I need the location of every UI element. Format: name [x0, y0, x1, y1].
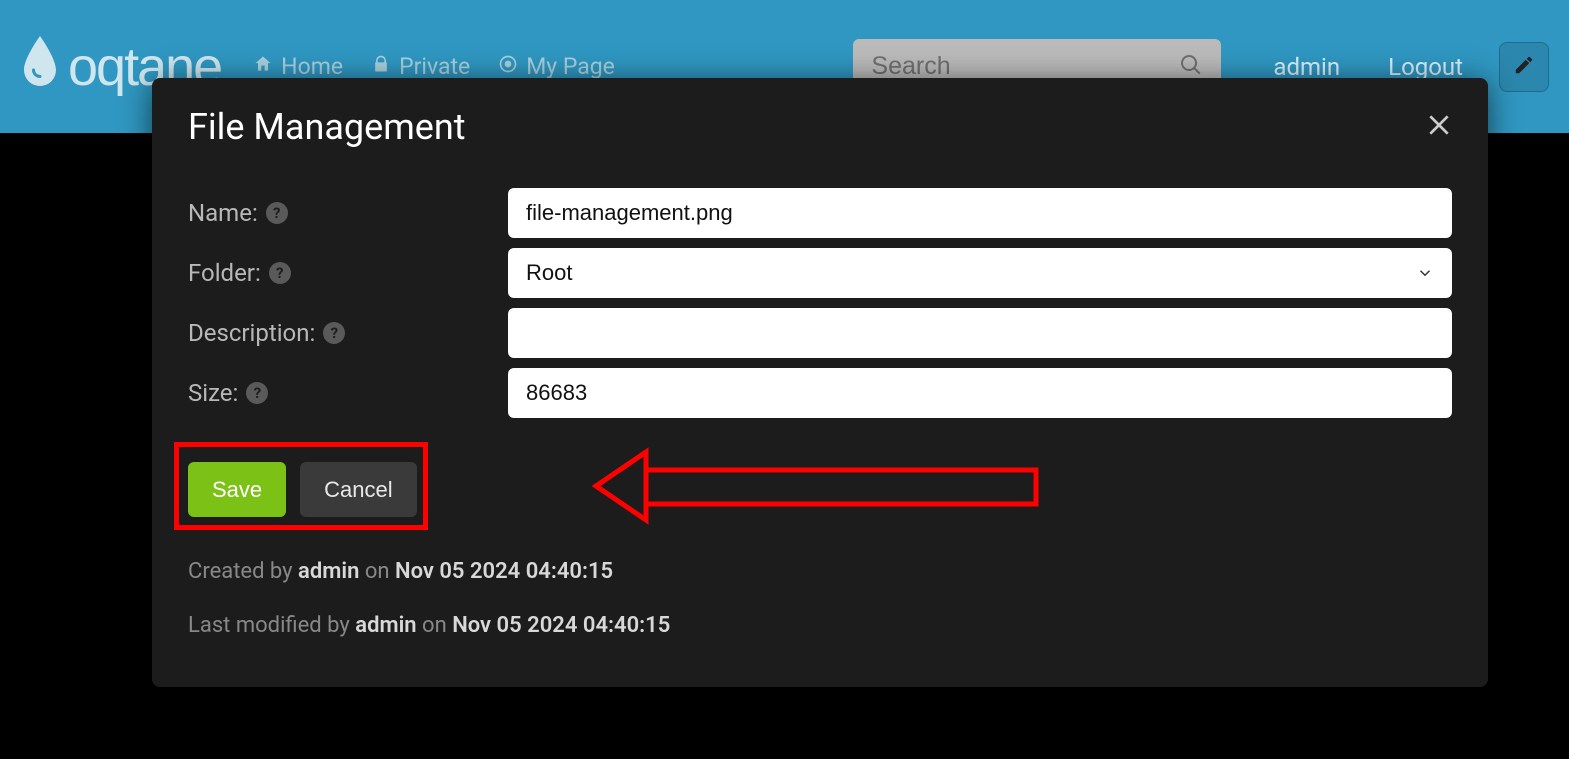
modified-prefix: Last modified by: [188, 613, 355, 638]
nav-private[interactable]: Private: [371, 53, 470, 80]
folder-select[interactable]: [508, 248, 1452, 298]
search-input[interactable]: [871, 52, 1171, 81]
annotation-arrow-icon: [428, 442, 1048, 530]
label-size-text: Size:: [188, 379, 238, 407]
label-name: Name: ?: [188, 199, 508, 227]
edit-button[interactable]: [1499, 42, 1549, 92]
help-icon[interactable]: ?: [246, 382, 268, 404]
created-by: admin: [298, 559, 359, 584]
created-meta: Created by admin on Nov 05 2024 04:40:15: [188, 551, 1452, 593]
created-prefix: Created by: [188, 559, 298, 584]
cancel-button[interactable]: Cancel: [300, 462, 416, 517]
logout-link[interactable]: Logout: [1388, 53, 1463, 81]
label-description: Description: ?: [188, 319, 508, 347]
help-icon[interactable]: ?: [323, 322, 345, 344]
help-icon[interactable]: ?: [269, 262, 291, 284]
modified-meta: Last modified by admin on Nov 05 2024 04…: [188, 605, 1452, 647]
label-folder-text: Folder:: [188, 259, 261, 287]
label-description-text: Description:: [188, 319, 315, 347]
modified-on: Nov 05 2024 04:40:15: [452, 613, 670, 638]
nav-right: admin Logout: [1273, 53, 1463, 81]
pencil-icon: [1513, 54, 1535, 80]
logo-drop-icon: [20, 34, 60, 100]
row-size: Size: ?: [188, 368, 1452, 418]
save-button[interactable]: Save: [188, 462, 286, 517]
home-icon: [253, 53, 273, 80]
description-input[interactable]: [508, 308, 1452, 358]
nav-home-label: Home: [281, 53, 343, 80]
row-name: Name: ?: [188, 188, 1452, 238]
nav-links: Home Private My Page: [253, 53, 615, 80]
file-management-modal: File Management Name: ? Folder: ? Descri…: [152, 78, 1488, 687]
nav-home[interactable]: Home: [253, 53, 343, 80]
modified-by: admin: [355, 613, 416, 638]
modal-header: File Management: [188, 106, 1452, 148]
modal-title: File Management: [188, 106, 466, 148]
created-on: Nov 05 2024 04:40:15: [395, 559, 613, 584]
search-icon[interactable]: [1179, 53, 1203, 81]
target-icon: [498, 53, 518, 80]
name-input[interactable]: [508, 188, 1452, 238]
size-display: [508, 368, 1452, 418]
row-folder: Folder: ?: [188, 248, 1452, 298]
button-row: Save Cancel: [188, 462, 1452, 517]
close-button[interactable]: [1426, 112, 1452, 142]
created-on-word: on: [359, 559, 395, 584]
modified-on-word: on: [417, 613, 453, 638]
label-size: Size: ?: [188, 379, 508, 407]
lock-icon: [371, 53, 391, 80]
row-description: Description: ?: [188, 308, 1452, 358]
help-icon[interactable]: ?: [266, 202, 288, 224]
user-link[interactable]: admin: [1273, 53, 1340, 81]
nav-private-label: Private: [399, 53, 470, 80]
nav-mypage-label: My Page: [526, 53, 615, 80]
label-name-text: Name:: [188, 199, 258, 227]
label-folder: Folder: ?: [188, 259, 508, 287]
nav-mypage[interactable]: My Page: [498, 53, 615, 80]
